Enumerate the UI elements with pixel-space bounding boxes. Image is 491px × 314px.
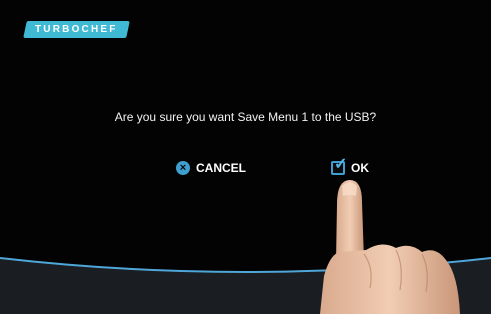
confirm-message: Are you sure you want Save Menu 1 to the… [114, 110, 377, 124]
cancel-button[interactable]: × CANCEL [176, 158, 246, 178]
turbochef-logo: TURBOCHEF [23, 21, 130, 38]
logo-text: TURBOCHEF [35, 24, 118, 35]
checkbox-checked-icon: ✓ [331, 157, 347, 175]
pointing-hand-image [320, 180, 460, 314]
cancel-label: CANCEL [196, 161, 246, 175]
close-circle-icon: × [176, 161, 190, 175]
ok-label: OK [351, 161, 369, 175]
oven-display-screen: TURBOCHEF Are you sure you want Save Men… [0, 0, 491, 314]
ok-button[interactable]: ✓ OK [331, 157, 369, 178]
